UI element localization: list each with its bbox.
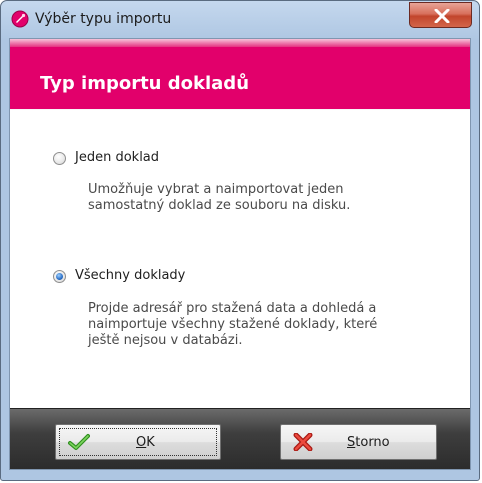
title-bar[interactable]: Výběr typu importu bbox=[1, 1, 479, 37]
page-title: Typ importu dokladů bbox=[40, 73, 250, 94]
description-line: Umožňuje vybrat a naimportovat jeden bbox=[88, 182, 344, 197]
dialog-window: Výběr typu importu Typ importu dokladů J… bbox=[0, 0, 480, 481]
check-icon bbox=[68, 433, 90, 455]
header-highlight bbox=[10, 39, 470, 47]
description-line: Projde adresář pro stažená data a dohled… bbox=[88, 301, 377, 316]
ok-button[interactable]: OK bbox=[55, 424, 221, 460]
cross-icon bbox=[293, 432, 313, 455]
button-bar: OK Storno bbox=[10, 408, 470, 469]
option-description: Umožňuje vybrat a naimportovat jeden sam… bbox=[88, 182, 408, 214]
app-logo-icon bbox=[11, 10, 29, 28]
close-button[interactable] bbox=[409, 2, 472, 28]
option-label: Všechny doklady bbox=[75, 268, 186, 283]
option-label: Jeden doklad bbox=[75, 150, 160, 165]
description-line: ještě nejsou v databázi. bbox=[88, 333, 243, 348]
radio-all-documents[interactable] bbox=[53, 270, 66, 283]
cancel-label: Storno bbox=[347, 435, 390, 450]
dialog-content: Typ importu dokladů Jeden doklad Umožňuj… bbox=[9, 38, 471, 470]
description-line: naimportuje všechny stažené doklady, kte… bbox=[88, 317, 378, 332]
close-icon bbox=[434, 9, 450, 23]
option-description: Projde adresář pro stažená data a dohled… bbox=[88, 301, 408, 349]
ok-label: OK bbox=[136, 435, 155, 450]
cancel-button[interactable]: Storno bbox=[280, 424, 437, 460]
description-line: samostatný doklad ze souboru na disku. bbox=[88, 198, 351, 213]
window-title: Výběr typu importu bbox=[35, 11, 172, 27]
header-banner: Typ importu dokladů bbox=[10, 39, 470, 110]
radio-single-document[interactable] bbox=[53, 152, 66, 165]
